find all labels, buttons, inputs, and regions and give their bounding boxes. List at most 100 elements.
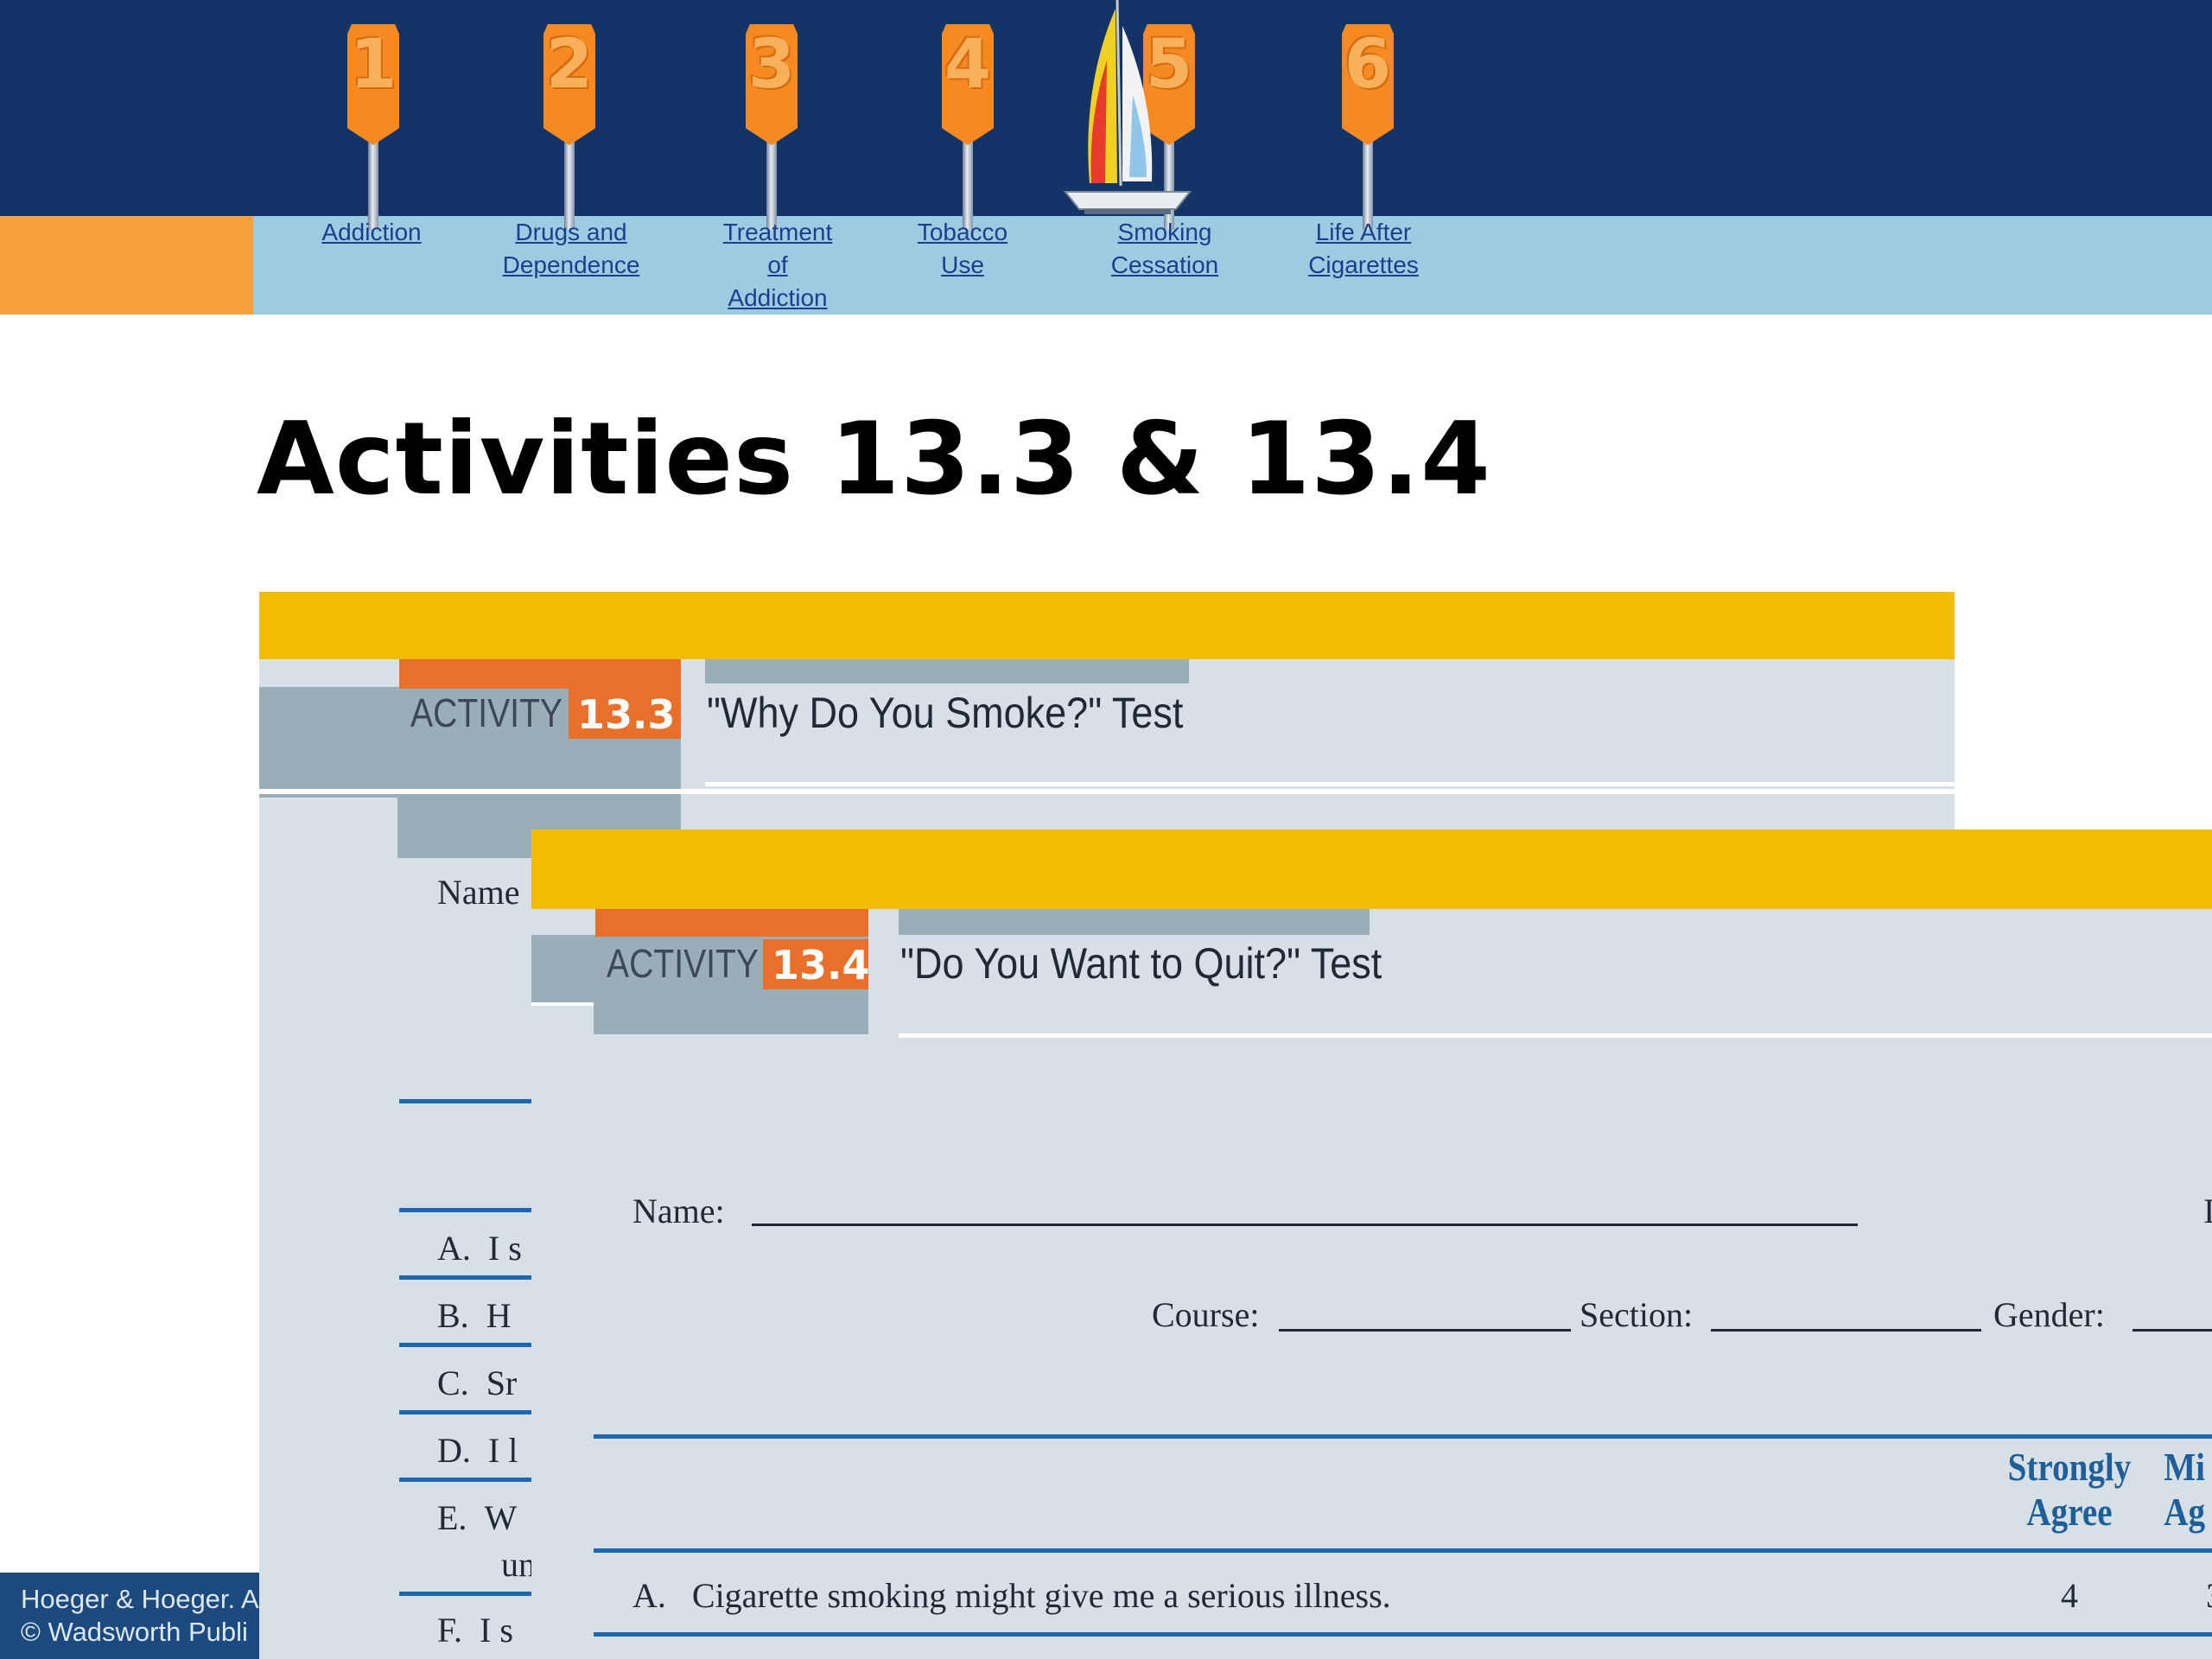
column-header-mildly-agree: Mi Ag — [2164, 1445, 2205, 1535]
activity-number-badge: 13.3 — [569, 689, 681, 739]
item-text: H — [486, 1296, 512, 1335]
item-text: I s — [487, 1229, 522, 1268]
column-header-line: Strongly — [2007, 1445, 2132, 1489]
card-title-accent — [899, 909, 1370, 935]
nav-link-line: Life After — [1315, 219, 1412, 245]
name-input-line[interactable] — [752, 1224, 1858, 1226]
activity-title: "Do You Want to Quit?" Test — [900, 939, 1382, 988]
row-value-mildly-agree: 3 — [2206, 1574, 2212, 1618]
divider — [899, 1033, 2212, 1038]
column-header-line: Agree — [2026, 1490, 2113, 1534]
gender-input-line[interactable] — [2133, 1329, 2212, 1332]
list-item: C. Sr — [437, 1362, 517, 1405]
item-letter: F. — [437, 1611, 463, 1649]
nav-link-addiction[interactable]: Addiction — [298, 216, 445, 249]
table-rule-top — [594, 1434, 2212, 1439]
section-label: Section: — [1580, 1295, 1694, 1334]
nav-link-life-after-cigarettes[interactable]: Life After Cigarettes — [1290, 216, 1437, 282]
name-trailing-text: I — [2203, 1192, 2212, 1230]
table-rule-row — [594, 1632, 2212, 1637]
row-value-strongly-agree: 4 — [2061, 1576, 2078, 1615]
divider — [399, 1478, 531, 1482]
column-header-line: Ag — [2164, 1490, 2206, 1534]
divider — [399, 1099, 531, 1103]
divider — [531, 1002, 594, 1006]
card-tab-block — [531, 935, 594, 1002]
card-header-bar — [531, 830, 2212, 909]
nav-link-tobacco-use[interactable]: Tobacco Use — [889, 216, 1036, 282]
activity-label: ACTIVITY — [410, 690, 563, 735]
item-text-continued: un — [501, 1545, 536, 1584]
course-label: Course: — [1152, 1295, 1260, 1334]
item-letter: E. — [437, 1498, 467, 1537]
divider — [399, 1592, 531, 1596]
row-statement: Cigarette smoking might give me a seriou… — [691, 1576, 1391, 1615]
divider — [399, 1343, 531, 1347]
item-letter: A. — [437, 1229, 471, 1268]
activity-label: ACTIVITY — [607, 941, 759, 986]
item-text: I s — [480, 1611, 513, 1649]
footer-line: Hoeger & Hoeger. A — [21, 1584, 259, 1614]
divider — [259, 789, 1955, 794]
row-letter: A. — [632, 1576, 666, 1615]
item-text: W — [484, 1498, 518, 1537]
card-header-bar — [259, 592, 1955, 659]
name-label: Name: — [632, 1192, 725, 1230]
nav-link-drugs-and-dependence[interactable]: Drugs and Dependence — [498, 216, 645, 282]
item-letter: D. — [437, 1431, 471, 1470]
activity-13-4-card: ACTIVITY 13.4 "Do You Want to Quit?" Tes… — [531, 830, 2212, 1659]
nav-link-line: Addiction — [321, 219, 422, 245]
footer-line: © Wadsworth Publi — [21, 1617, 248, 1647]
nav-marker-2-icon[interactable]: 2 — [543, 24, 595, 230]
card-tab-block — [259, 687, 397, 798]
divider — [399, 1410, 531, 1414]
item-letter: B. — [437, 1296, 469, 1335]
slide-title: Activities 13.3 & 13.4 — [257, 401, 1491, 518]
gender-label: Gender: — [1993, 1295, 2105, 1334]
course-input-line[interactable] — [1279, 1329, 1571, 1332]
header-orange-block — [0, 216, 253, 315]
list-item: A. I s — [437, 1227, 522, 1270]
nav-link-line: Tobacco — [917, 219, 1008, 245]
nav-link-line: Dependence — [502, 251, 640, 278]
divider — [399, 1275, 531, 1280]
nav-marker-number: 3 — [747, 26, 796, 104]
activity-title: "Why Do You Smoke?" Test — [707, 689, 1184, 737]
section-input-line[interactable] — [1711, 1329, 1981, 1332]
nav-marker-3-icon[interactable]: 3 — [746, 24, 798, 230]
nav-marker-number: 2 — [545, 26, 594, 104]
table-rule-header — [594, 1548, 2212, 1553]
item-text: Sr — [486, 1363, 518, 1402]
divider — [399, 1208, 531, 1212]
activity-number-badge: 13.4 — [763, 939, 868, 989]
nav-link-line: Smoking — [1117, 219, 1212, 245]
list-item: B. H — [437, 1294, 512, 1338]
item-text: I l — [487, 1431, 518, 1470]
nav-link-treatment-of-addiction[interactable]: Treatment of Addiction — [704, 216, 851, 315]
column-header-strongly-agree: Strongly Agree — [1981, 1445, 2158, 1535]
table-row: A. Cigarette smoking might give me a ser… — [632, 1574, 1391, 1618]
nav-link-line: Cessation — [1110, 251, 1219, 278]
nav-marker-4-icon[interactable]: 4 — [942, 24, 994, 230]
nav-link-line: Drugs and — [515, 219, 627, 245]
nav-link-line: Use — [941, 251, 984, 278]
nav-link-line: Cigarettes — [1308, 251, 1419, 278]
nav-marker-number: 1 — [349, 26, 397, 104]
list-item: D. I l — [437, 1429, 518, 1472]
card-tab-accent — [595, 909, 868, 937]
nav-link-line: Treatment — [722, 219, 833, 245]
nav-marker-6-icon[interactable]: 6 — [1342, 24, 1394, 230]
nav-marker-number: 6 — [1344, 26, 1392, 104]
divider — [705, 782, 1955, 786]
nav-link-smoking-cessation[interactable]: Smoking Cessation — [1091, 216, 1238, 282]
sailboat-icon — [1063, 0, 1192, 214]
nav-marker-1-icon[interactable]: 1 — [347, 24, 399, 230]
nav-link-line: of — [767, 251, 788, 278]
list-item: E. W — [437, 1497, 517, 1540]
card-tab-accent — [399, 659, 681, 689]
item-letter: C. — [437, 1363, 469, 1402]
copyright-footer: Hoeger & Hoeger. A © Wadsworth Publi — [0, 1573, 259, 1659]
nav-link-line: Addiction — [728, 284, 828, 311]
column-header-line: Mi — [2164, 1445, 2205, 1489]
list-item: F. I s — [437, 1609, 513, 1652]
